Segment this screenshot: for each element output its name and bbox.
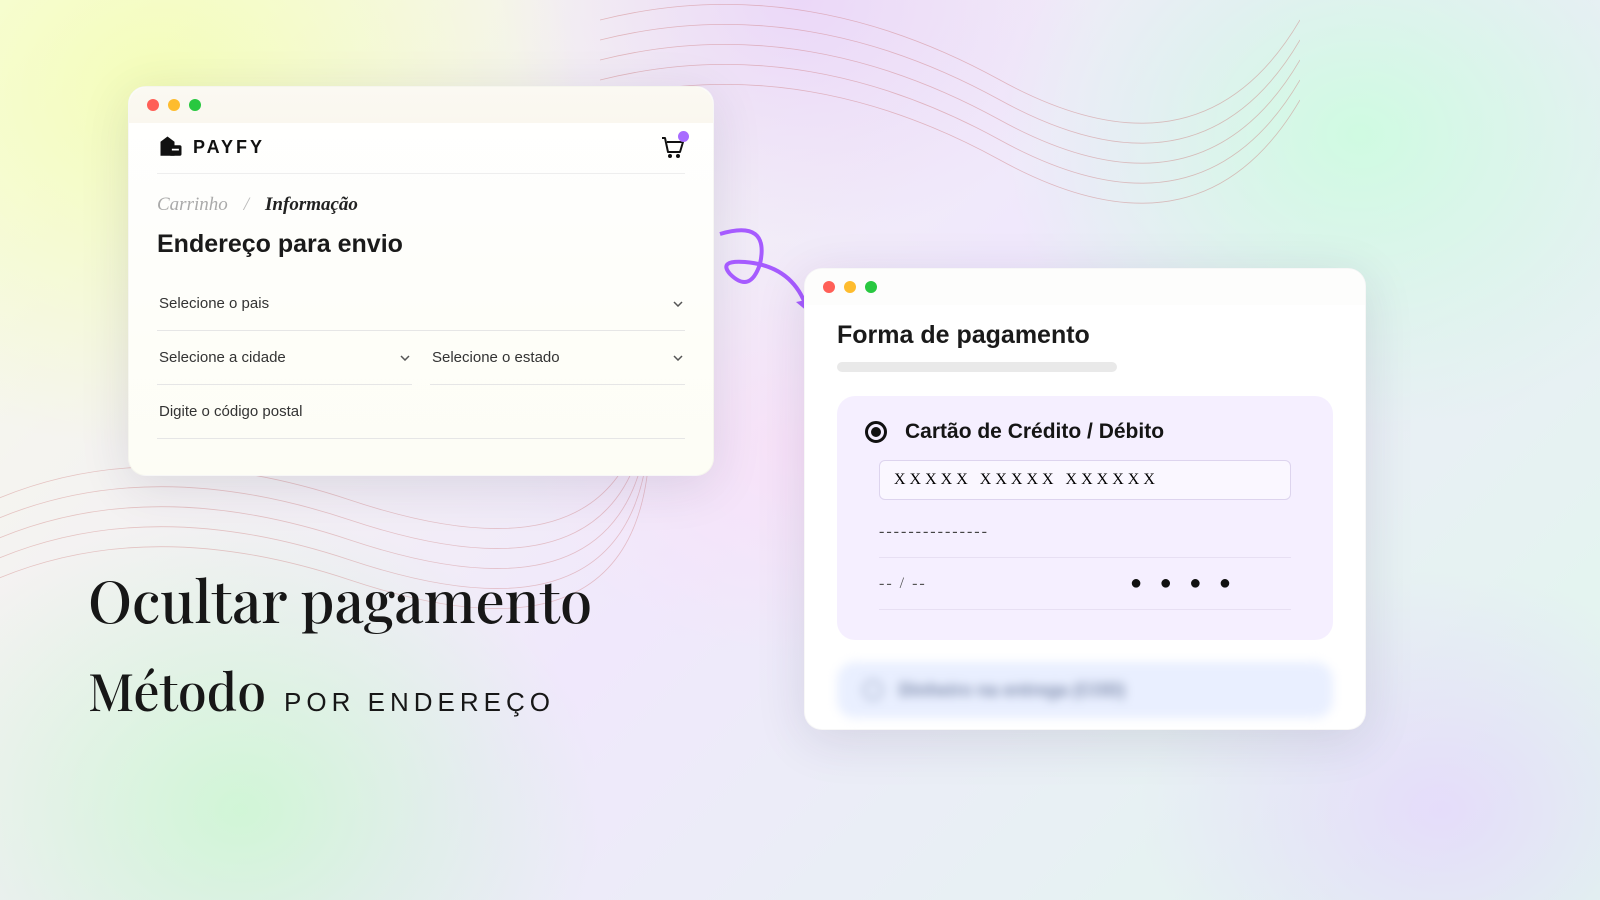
marketing-headline: Ocultar pagamento Método por endereço [88,560,592,725]
progress-skeleton [837,362,1117,372]
card-cvv-input[interactable]: ● ● ● ● [1040,558,1291,610]
minimize-icon[interactable] [168,99,180,111]
country-select[interactable]: Selecione o pais [157,277,685,331]
address-section-title: Endereço para envio [157,230,685,259]
close-icon[interactable] [147,99,159,111]
postal-placeholder: Digite o código postal [159,403,302,420]
radio-unselected-icon [863,680,883,700]
card-expiry-input[interactable]: -- / -- [879,558,1040,610]
radio-selected-icon[interactable] [865,421,887,443]
payment-method-label: Cartão de Crédito / Débito [905,420,1164,444]
state-placeholder: Selecione o estado [432,349,560,366]
chevron-down-icon [673,301,683,307]
headline-line2b: por endereço [284,687,555,718]
chevron-down-icon [673,355,683,361]
minimize-icon[interactable] [844,281,856,293]
city-select[interactable]: Selecione a cidade [157,331,412,385]
payment-window: Forma de pagamento Cartão de Crédito / D… [804,268,1366,730]
chevron-down-icon [400,355,410,361]
maximize-icon[interactable] [189,99,201,111]
headline-line2a: Método [88,656,266,725]
window-titlebar [805,269,1365,305]
breadcrumb-cart[interactable]: Carrinho [157,194,228,216]
breadcrumb: Carrinho / Informação [157,194,685,216]
breadcrumb-info[interactable]: Informação [265,194,358,216]
brand-logo: PAYFY [157,133,265,161]
window-titlebar [129,87,713,123]
postal-input[interactable]: Digite o código postal [157,385,685,439]
close-icon[interactable] [823,281,835,293]
card-name-input[interactable]: --------------- [879,506,1291,558]
city-placeholder: Selecione a cidade [159,349,286,366]
cart-badge [678,131,689,142]
cart-button[interactable] [659,134,685,160]
hidden-method-label: Dinheiro na entrega (COD) [899,680,1125,701]
payment-method-card[interactable]: Cartão de Crédito / Débito XXXXX XXXXX X… [837,396,1333,640]
headline-line1: Ocultar pagamento [88,560,592,638]
brand-name: PAYFY [193,137,265,158]
payment-section-title: Forma de pagamento [837,321,1333,350]
payment-method-hidden: Dinheiro na entrega (COD) [837,662,1333,718]
card-number-input[interactable]: XXXXX XXXXX XXXXXX [879,460,1291,500]
maximize-icon[interactable] [865,281,877,293]
country-placeholder: Selecione o pais [159,295,269,312]
state-select[interactable]: Selecione o estado [430,331,685,385]
breadcrumb-separator: / [244,194,249,216]
address-window: PAYFY Carrinho / Informação Endereço par… [128,86,714,476]
brand-icon [157,133,185,161]
